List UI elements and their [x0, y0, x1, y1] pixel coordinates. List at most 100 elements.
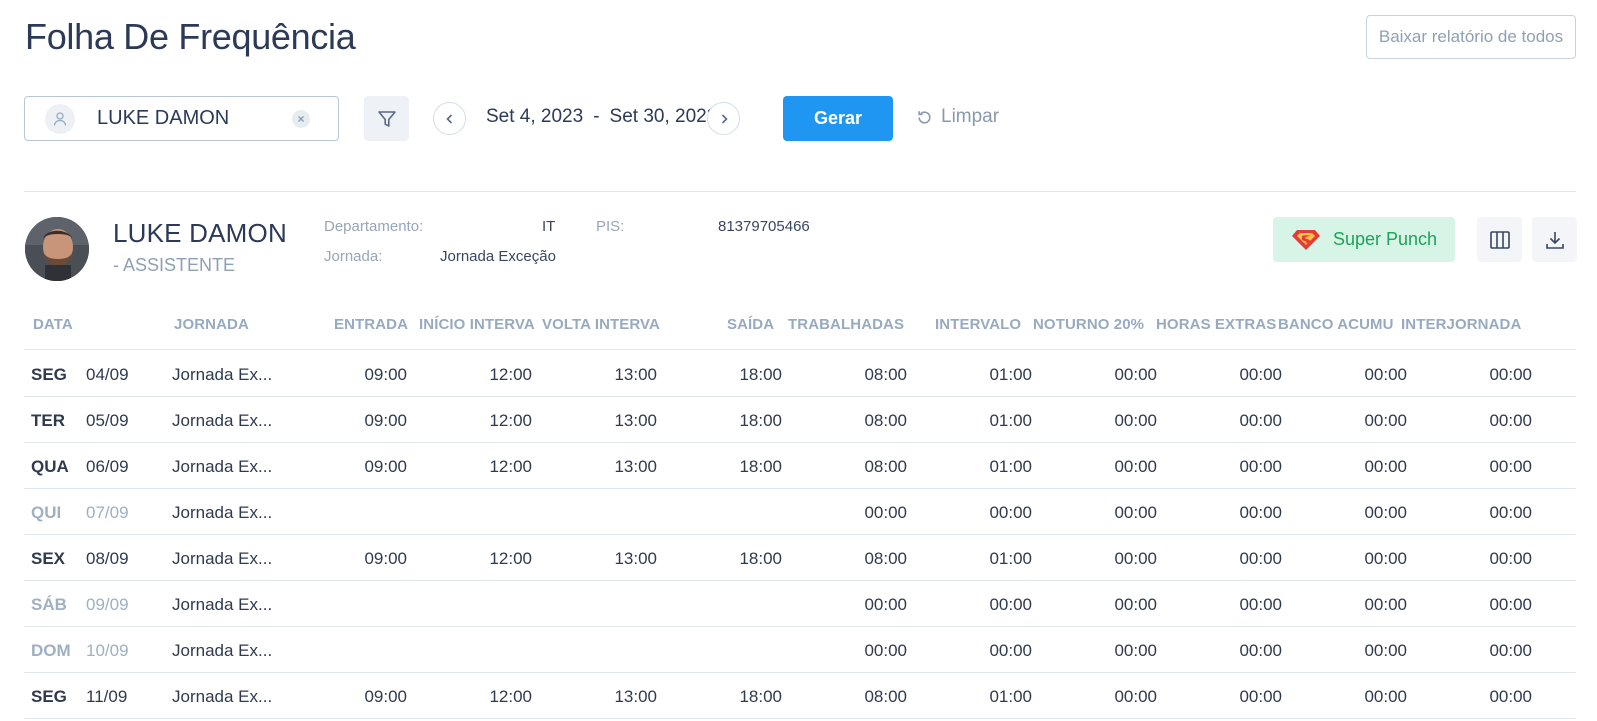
- cell-date: 06/09: [86, 457, 129, 476]
- selected-employee-name: LUKE DAMON: [97, 107, 230, 129]
- clear-filters-button[interactable]: Limpar: [916, 106, 999, 128]
- column-header-volta-intervalo[interactable]: VOLTA INTERVA: [542, 316, 660, 333]
- cell-date: 04/09: [86, 365, 129, 384]
- cell-break-end: 13:00: [614, 457, 657, 476]
- table-row[interactable]: SEX 08/09 Jornada Ex... 09:00 12:00 13:00 18:0…: [24, 535, 1576, 581]
- superman-shield-icon: [1291, 229, 1320, 250]
- date-start: Set 4, 2023: [486, 106, 584, 127]
- cell-interjourney: 00:00: [1489, 411, 1532, 430]
- date-separator: -: [593, 106, 600, 127]
- cell-interval: 00:00: [989, 503, 1032, 522]
- cell-bank: 00:00: [1364, 641, 1407, 660]
- column-header-entrada[interactable]: ENTRADA: [334, 316, 408, 333]
- date-end: Set 30, 2023: [609, 106, 718, 127]
- column-header-data[interactable]: DATA: [33, 316, 73, 333]
- cell-date: 10/09: [86, 641, 129, 660]
- page-title: Folha De Frequência: [25, 16, 356, 57]
- table-row[interactable]: QUA 06/09 Jornada Ex... 09:00 12:00 13:00 18:0…: [24, 443, 1576, 489]
- cell-schedule: Jornada Ex...: [172, 687, 273, 706]
- cell-break-end: 13:00: [614, 687, 657, 706]
- cell-schedule: Jornada Ex...: [172, 411, 273, 430]
- cell-exit: 18:00: [739, 457, 782, 476]
- cell-day: QUA: [31, 457, 69, 476]
- cell-night: 00:00: [1114, 549, 1157, 568]
- cell-interjourney: 00:00: [1489, 687, 1532, 706]
- cell-interjourney: 00:00: [1489, 549, 1532, 568]
- employee-select[interactable]: LUKE DAMON ×: [24, 96, 339, 141]
- cell-overtime: 00:00: [1239, 549, 1282, 568]
- cell-bank: 00:00: [1364, 503, 1407, 522]
- columns-icon: [1489, 230, 1510, 249]
- cell-night: 00:00: [1114, 641, 1157, 660]
- cell-break-end: 13:00: [614, 411, 657, 430]
- filter-icon: [377, 110, 396, 127]
- super-punch-button[interactable]: Super Punch: [1273, 217, 1455, 262]
- table-row[interactable]: SÁB 09/09 Jornada Ex... 00:00 00:00 00:00 00:0…: [24, 581, 1576, 627]
- cell-night: 00:00: [1114, 411, 1157, 430]
- column-header-interjornada[interactable]: INTERJORNADA: [1401, 316, 1521, 333]
- cell-night: 00:00: [1114, 687, 1157, 706]
- table-row[interactable]: SEG 04/09 Jornada Ex... 09:00 12:00 13:00 18:0…: [24, 351, 1576, 397]
- cell-bank: 00:00: [1364, 365, 1407, 384]
- cell-day: SEG: [31, 365, 67, 384]
- filter-button[interactable]: [364, 96, 409, 141]
- column-header-saida[interactable]: SAÍDA: [727, 316, 774, 333]
- date-range[interactable]: Set 4, 2023- Set 30, 2023: [486, 106, 717, 128]
- download-button[interactable]: [1532, 217, 1577, 262]
- cell-worked: 08:00: [864, 365, 907, 384]
- cell-schedule: Jornada Ex...: [172, 365, 273, 384]
- super-punch-label: Super Punch: [1332, 229, 1438, 249]
- cell-schedule: Jornada Ex...: [172, 641, 273, 660]
- cell-worked: 08:00: [864, 411, 907, 430]
- next-period-button[interactable]: [707, 102, 740, 135]
- cell-date: 07/09: [86, 503, 129, 522]
- cell-overtime: 00:00: [1239, 365, 1282, 384]
- cell-worked: 00:00: [864, 503, 907, 522]
- cell-interjourney: 00:00: [1489, 457, 1532, 476]
- column-header-trabalhadas[interactable]: TRABALHADAS: [788, 316, 904, 333]
- cell-worked: 00:00: [864, 595, 907, 614]
- download-all-report-button[interactable]: Baixar relatório de todos: [1366, 15, 1576, 59]
- column-header-jornada[interactable]: JORNADA: [174, 316, 249, 333]
- cell-interjourney: 00:00: [1489, 503, 1532, 522]
- cell-break-end: 13:00: [614, 365, 657, 384]
- refresh-icon: [918, 110, 931, 124]
- cell-overtime: 00:00: [1239, 595, 1282, 614]
- cell-night: 00:00: [1114, 595, 1157, 614]
- column-header-inicio-intervalo[interactable]: INÍCIO INTERVA: [419, 316, 535, 333]
- table-row[interactable]: QUI 07/09 Jornada Ex... 00:00 00:00 00:00 00:0…: [24, 489, 1576, 535]
- cell-entry: 09:00: [364, 549, 407, 568]
- chevron-left-icon: [445, 113, 452, 124]
- cell-break-start: 12:00: [489, 687, 532, 706]
- cell-worked: 08:00: [864, 457, 907, 476]
- column-header-intervalo[interactable]: INTERVALO: [935, 316, 1021, 333]
- cell-night: 00:00: [1114, 365, 1157, 384]
- cell-break-start: 12:00: [489, 457, 532, 476]
- cell-date: 08/09: [86, 549, 129, 568]
- column-header-noturno[interactable]: NOTURNO 20%: [1033, 316, 1144, 333]
- cell-day: SEX: [31, 549, 66, 568]
- cell-worked: 08:00: [864, 687, 907, 706]
- column-header-horas-extras[interactable]: HORAS EXTRAS: [1156, 316, 1276, 333]
- cell-night: 00:00: [1114, 503, 1157, 522]
- previous-period-button[interactable]: [433, 102, 466, 135]
- clear-employee-icon[interactable]: ×: [292, 109, 310, 128]
- cell-interval: 01:00: [989, 365, 1032, 384]
- cell-overtime: 00:00: [1239, 411, 1282, 430]
- table-row[interactable]: TER 05/09 Jornada Ex... 09:00 12:00 13:00 18:0…: [24, 397, 1576, 443]
- cell-day: QUI: [31, 503, 62, 522]
- column-header-banco-acumulado[interactable]: BANCO ACUMU: [1278, 316, 1394, 333]
- employee-avatar: [25, 217, 89, 281]
- columns-button[interactable]: [1477, 217, 1522, 262]
- table-row[interactable]: DOM 10/09 Jornada Ex... 00:00 00:00 00:00 00:0…: [24, 627, 1576, 673]
- cell-interjourney: 00:00: [1489, 365, 1532, 384]
- cell-overtime: 00:00: [1239, 457, 1282, 476]
- cell-worked: 08:00: [864, 549, 907, 568]
- cell-interjourney: 00:00: [1489, 595, 1532, 614]
- table-row[interactable]: SEG 11/09 Jornada Ex... 09:00 12:00 13:00 18:0…: [24, 673, 1576, 719]
- generate-button[interactable]: Gerar: [783, 96, 893, 141]
- cell-break-start: 12:00: [489, 365, 532, 384]
- cell-day: SÁB: [31, 595, 67, 614]
- cell-overtime: 00:00: [1239, 641, 1282, 660]
- download-icon: [1545, 231, 1564, 249]
